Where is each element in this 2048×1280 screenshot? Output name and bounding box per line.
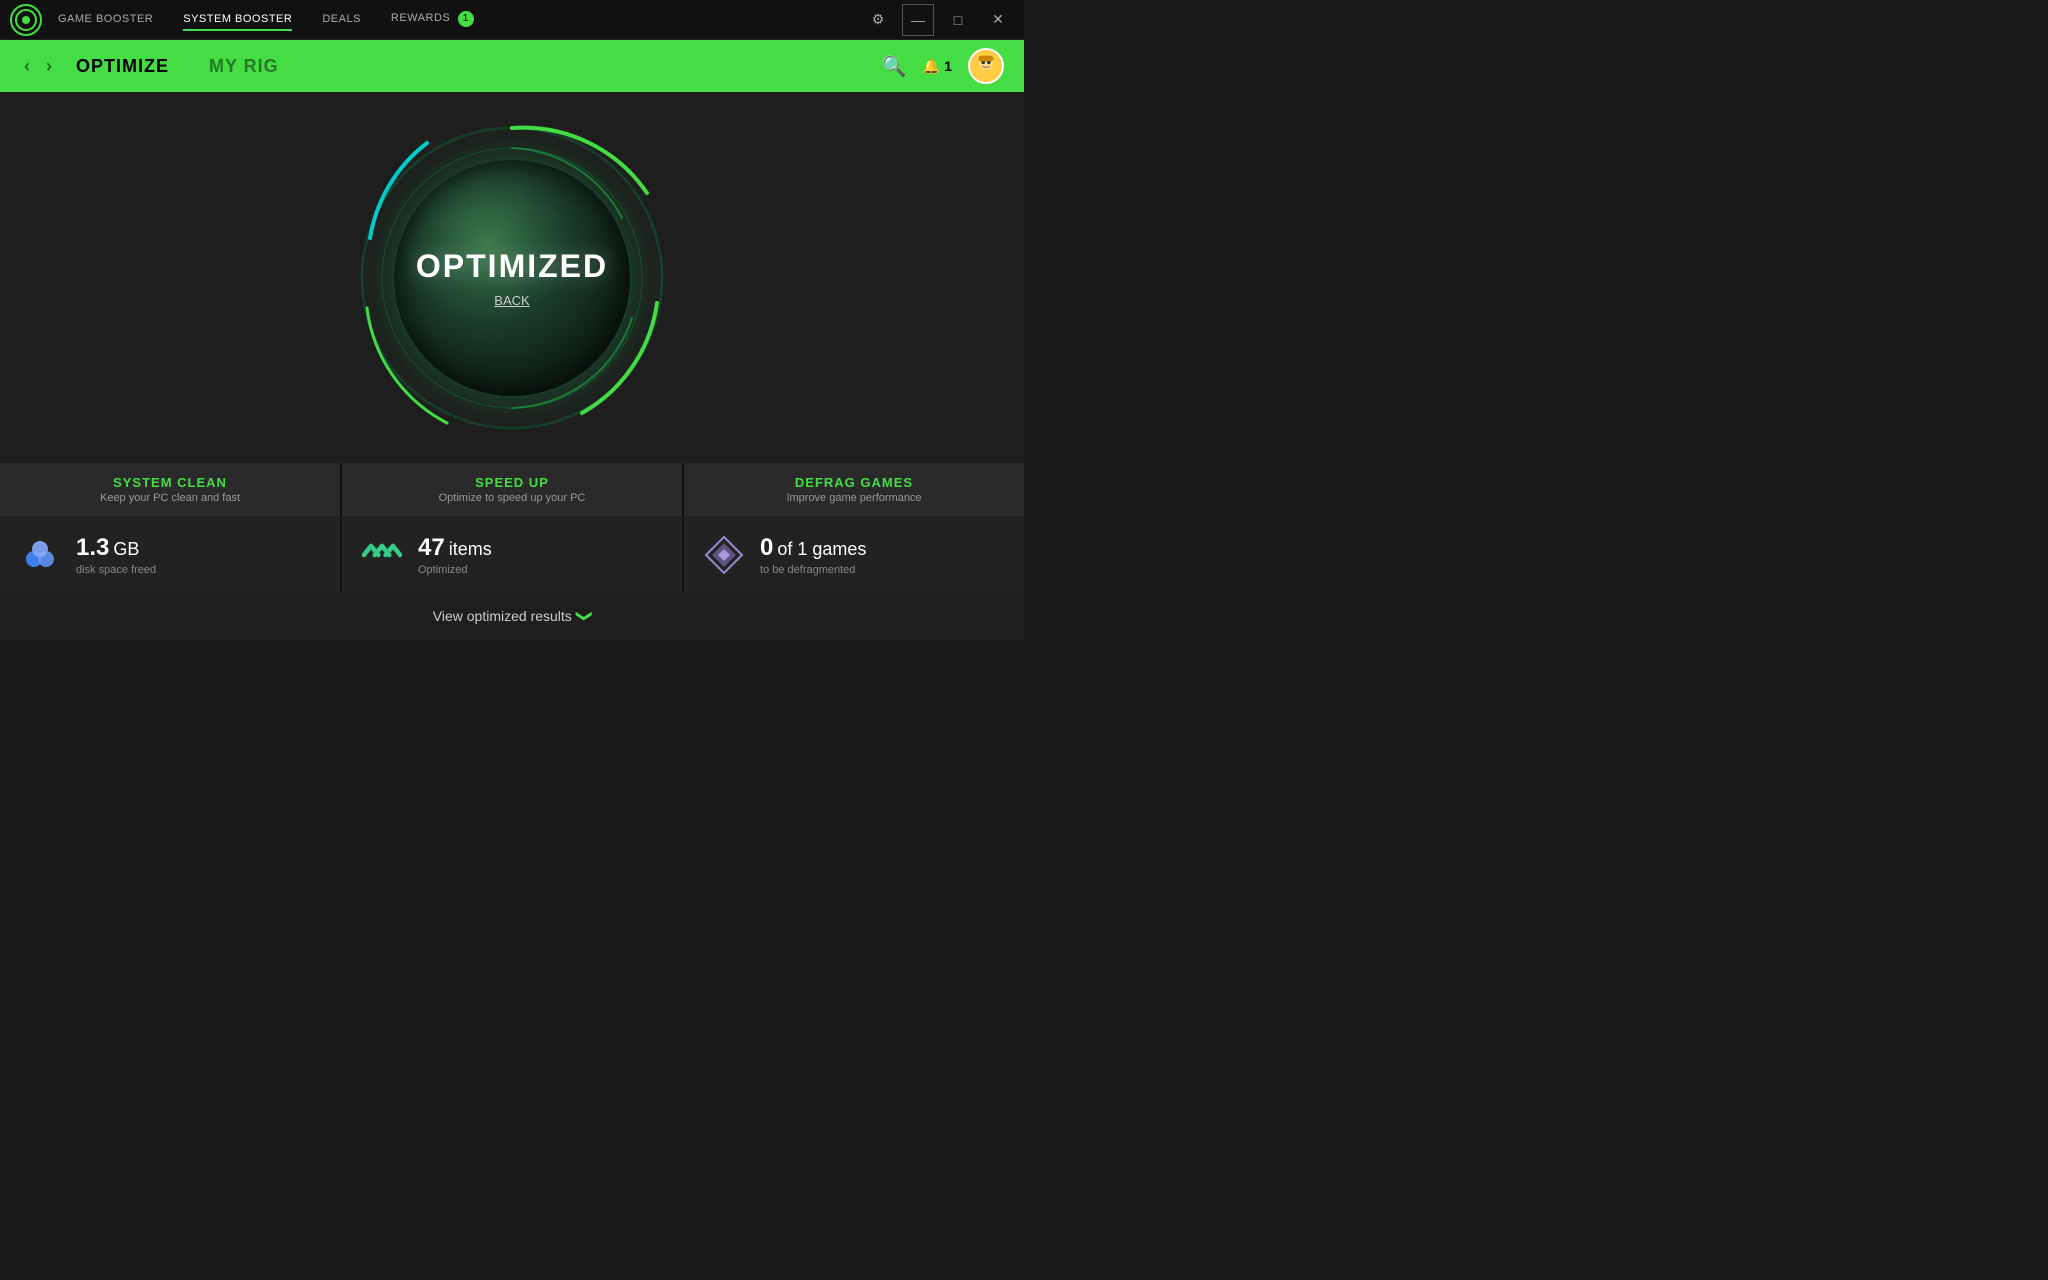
defrag-games-icon <box>704 535 744 575</box>
nav-items: GAME BOOSTER SYSTEM BOOSTER DEALS REWARD… <box>58 7 862 33</box>
defrag-games-subtitle: Improve game performance <box>704 492 1004 504</box>
defrag-games-title: DEFRAG GAMES <box>704 475 1004 490</box>
nav-rewards[interactable]: REWARDS 1 <box>391 7 474 33</box>
panel-data-system-clean: 1.3 GB disk space freed <box>0 518 340 592</box>
defrag-games-value: 0 <box>760 534 773 562</box>
speed-up-icon <box>362 535 402 575</box>
app-logo[interactable] <box>10 4 42 36</box>
panel-headers: SYSTEM CLEAN Keep your PC clean and fast… <box>0 463 1024 516</box>
forward-arrow[interactable]: › <box>42 52 56 81</box>
notification-count: 1 <box>944 58 952 74</box>
sec-nav-my-rig[interactable]: MY RIG <box>209 56 279 77</box>
sec-nav-right: 🔍 🔔 1 <box>882 48 1004 84</box>
circle-area: OPTIMIZED BACK <box>0 92 1024 463</box>
settings-button[interactable]: ⚙ <box>862 4 894 36</box>
maximize-button[interactable]: □ <box>942 4 974 36</box>
speed-up-value: 47 <box>418 534 445 562</box>
speed-up-unit: items <box>449 539 492 560</box>
panel-data-defrag-games: 0 of 1 games to be defragmented <box>684 518 1024 592</box>
speed-up-label: Optimized <box>418 564 492 576</box>
system-clean-data: 1.3 GB disk space freed <box>76 534 156 576</box>
chevron-down-icon: ❯ <box>575 609 595 622</box>
system-clean-value: 1.3 <box>76 534 109 562</box>
system-clean-unit: GB <box>113 539 139 560</box>
back-button[interactable]: BACK <box>494 293 529 308</box>
speed-up-data: 47 items Optimized <box>418 534 492 576</box>
panel-header-defrag-games: DEFRAG GAMES Improve game performance <box>684 463 1024 516</box>
secondary-nav: ‹ › OPTIMIZE MY RIG 🔍 🔔 1 <box>0 40 1024 92</box>
avatar[interactable] <box>968 48 1004 84</box>
notification-button[interactable]: 🔔 1 <box>923 58 952 75</box>
speed-up-title: SPEED UP <box>362 475 662 490</box>
rewards-badge: 1 <box>458 11 474 27</box>
optimized-circle[interactable]: OPTIMIZED BACK <box>392 158 632 398</box>
window-controls: ⚙ — □ ✕ <box>862 4 1014 36</box>
speed-up-subtitle: Optimize to speed up your PC <box>362 492 662 504</box>
main-content: OPTIMIZED BACK SYSTEM CLEAN Keep your PC… <box>0 92 1024 640</box>
minimize-button[interactable]: — <box>902 4 934 36</box>
nav-arrows: ‹ › <box>20 52 56 81</box>
panel-data-speed-up: 47 items Optimized <box>342 518 682 592</box>
defrag-games-data: 0 of 1 games to be defragmented <box>760 534 866 576</box>
close-button[interactable]: ✕ <box>982 4 1014 36</box>
view-results-text: View optimized results ❯ <box>433 606 591 626</box>
view-results-label: View optimized results <box>433 608 572 624</box>
bell-icon: 🔔 <box>923 58 940 75</box>
outer-ring: OPTIMIZED BACK <box>352 118 672 438</box>
system-clean-title: SYSTEM CLEAN <box>20 475 320 490</box>
view-results-button[interactable]: View optimized results ❯ <box>0 592 1024 640</box>
panel-data: 1.3 GB disk space freed 47 items <box>0 518 1024 592</box>
defrag-games-unit: of 1 games <box>777 539 866 560</box>
system-clean-label: disk space freed <box>76 564 156 576</box>
nav-system-booster[interactable]: SYSTEM BOOSTER <box>183 9 292 31</box>
top-nav: GAME BOOSTER SYSTEM BOOSTER DEALS REWARD… <box>0 0 1024 40</box>
nav-deals[interactable]: DEALS <box>322 9 361 31</box>
sec-nav-items: OPTIMIZE MY RIG <box>76 56 882 77</box>
search-icon[interactable]: 🔍 <box>882 54 907 79</box>
nav-game-booster[interactable]: GAME BOOSTER <box>58 9 153 31</box>
sec-nav-optimize[interactable]: OPTIMIZE <box>76 56 169 77</box>
panel-header-system-clean: SYSTEM CLEAN Keep your PC clean and fast <box>0 463 340 516</box>
panel-header-speed-up: SPEED UP Optimize to speed up your PC <box>342 463 682 516</box>
system-clean-subtitle: Keep your PC clean and fast <box>20 492 320 504</box>
defrag-games-label: to be defragmented <box>760 564 866 576</box>
back-arrow[interactable]: ‹ <box>20 52 34 81</box>
system-clean-icon <box>20 535 60 575</box>
optimized-label: OPTIMIZED <box>416 248 608 285</box>
